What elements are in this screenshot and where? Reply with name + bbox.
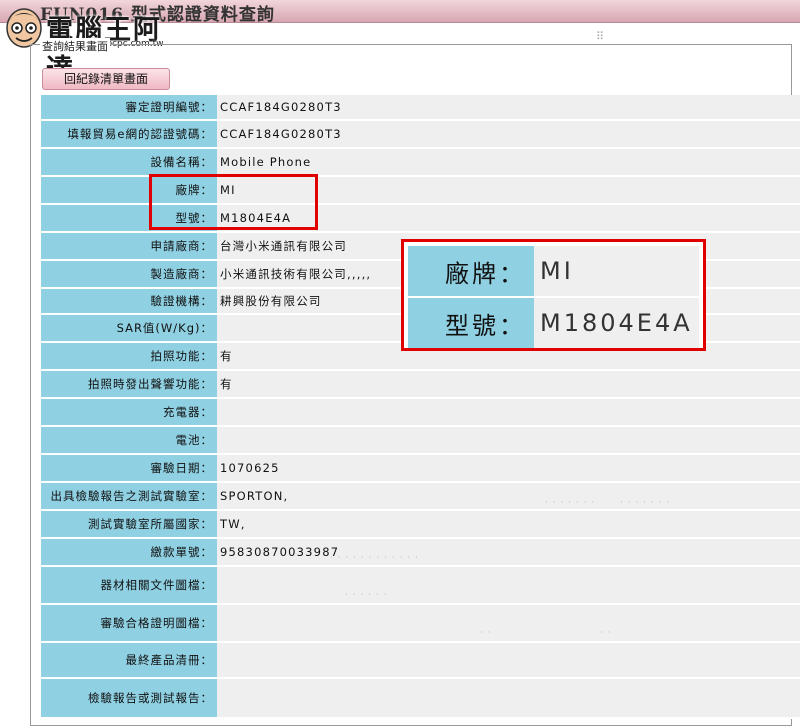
- zoom-brand-label: 廠牌：: [408, 246, 534, 296]
- table-row: 設備名稱： Mobile Phone: [41, 149, 800, 177]
- row-value: [217, 679, 800, 719]
- row-label: 填報貿易e網的認證號碼：: [41, 121, 217, 149]
- table-row: 拍照時發出聲響功能：有: [41, 371, 800, 399]
- row-label: 審定證明編號：: [41, 95, 217, 121]
- row-value: [217, 643, 800, 679]
- highlight-box-brand-model: [149, 174, 318, 230]
- row-label: 申請廠商：: [41, 233, 217, 261]
- back-to-list-button[interactable]: 回紀錄清單畫面: [42, 68, 170, 90]
- table-row: 充電器：: [41, 399, 800, 427]
- row-value: [217, 605, 800, 643]
- row-value: 有: [217, 371, 800, 399]
- row-value: SPORTON,: [217, 483, 800, 511]
- row-value: CCAF184G0280T3: [217, 121, 800, 149]
- row-label: 審驗合格證明圖檔：: [41, 605, 217, 643]
- row-label: 檢驗報告或測試報告：: [41, 679, 217, 719]
- zoom-brand-value: MI: [534, 246, 699, 296]
- zoom-row-brand: 廠牌： MI: [408, 246, 699, 296]
- row-label: 拍照功能：: [41, 343, 217, 371]
- table-row: 填報貿易e網的認證號碼： CCAF184G0280T3: [41, 121, 800, 149]
- row-value: [217, 399, 800, 427]
- row-label: 設備名稱：: [41, 149, 217, 177]
- table-row: 繳款單號： 95830870033987: [41, 539, 800, 567]
- table-row: 測試實驗室所屬國家： TW,: [41, 511, 800, 539]
- table-row: 審驗合格證明圖檔：: [41, 605, 800, 643]
- row-value: 1070625: [217, 455, 800, 483]
- row-label: 繳款單號：: [41, 539, 217, 567]
- row-label: 審驗日期：: [41, 455, 217, 483]
- table-row: 出具檢驗報告之測試實驗室： SPORTON,: [41, 483, 800, 511]
- zoom-model-value: M1804E4A: [534, 298, 699, 348]
- row-label: 製造廠商：: [41, 261, 217, 289]
- row-label: 驗證機構：: [41, 289, 217, 315]
- table-row: 電池：: [41, 427, 800, 455]
- row-value: TW,: [217, 511, 800, 539]
- zoom-model-label: 型號：: [408, 298, 534, 348]
- panel-legend: 查詢結果畫面: [40, 38, 110, 54]
- zoom-callout: 廠牌： MI 型號： M1804E4A: [401, 239, 706, 351]
- row-value: [217, 427, 800, 455]
- row-label: 器材相關文件圖檔：: [41, 567, 217, 605]
- row-label: SAR值(W/Kg)：: [41, 315, 217, 343]
- row-label: 拍照時發出聲響功能：: [41, 371, 217, 399]
- row-label: 測試實驗室所屬國家：: [41, 511, 217, 539]
- row-label: 最終產品清冊：: [41, 643, 217, 679]
- zoom-row-model: 型號： M1804E4A: [408, 298, 699, 348]
- row-label: 充電器：: [41, 399, 217, 427]
- row-label: 出具檢驗報告之測試實驗室：: [41, 483, 217, 511]
- row-value: 95830870033987: [217, 539, 800, 567]
- row-label: 電池：: [41, 427, 217, 455]
- table-row: 器材相關文件圖檔：: [41, 567, 800, 605]
- table-row: 審驗日期： 1070625: [41, 455, 800, 483]
- table-row: 審定證明編號： CCAF184G0280T3: [41, 95, 800, 121]
- decorative-dots: ⠿: [596, 30, 605, 43]
- row-value: CCAF184G0280T3: [217, 95, 800, 121]
- table-row: 檢驗報告或測試報告：: [41, 679, 800, 719]
- row-value: [217, 567, 800, 605]
- row-value: Mobile Phone: [217, 149, 800, 177]
- table-row: 最終產品清冊：: [41, 643, 800, 679]
